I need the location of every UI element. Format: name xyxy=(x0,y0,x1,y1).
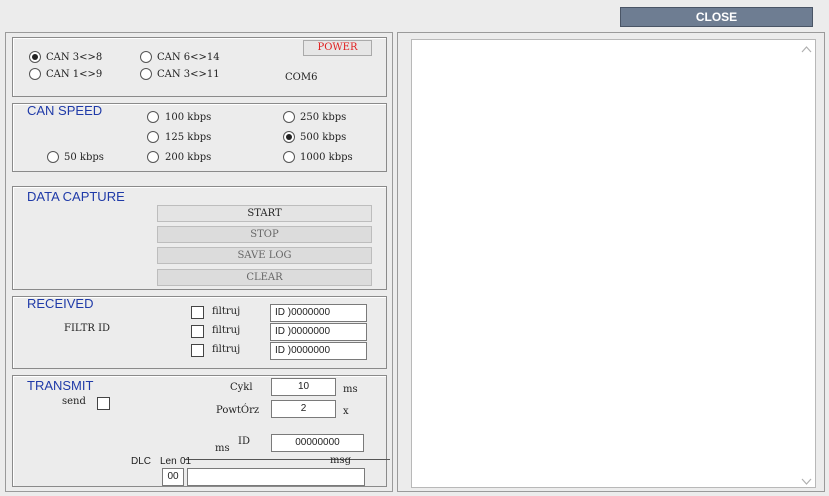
transmit-separator-line xyxy=(185,459,390,460)
transmit-id-input[interactable]: 00000000 xyxy=(271,434,364,452)
powtorz-label: PowtÓrz xyxy=(216,405,260,416)
radio-can-6-14-label: CAN 6<>14 xyxy=(157,52,220,63)
radio-250-kbps-label: 250 kbps xyxy=(300,112,347,123)
filter-id-prefix-1: ID xyxy=(275,307,285,318)
filter-id-prefix-3: ID xyxy=(275,345,285,356)
filter-checkbox-1[interactable] xyxy=(191,306,204,319)
radio-50-kbps-label: 50 kbps xyxy=(64,152,104,163)
transmit-title: TRANSMIT xyxy=(27,378,94,393)
radio-1000-kbps[interactable] xyxy=(283,151,295,163)
radio-500-kbps-label: 500 kbps xyxy=(300,132,347,143)
cykl-input[interactable]: 10 xyxy=(271,378,336,396)
radio-200-kbps-label: 200 kbps xyxy=(165,152,212,163)
can-speed-title: CAN SPEED xyxy=(27,103,103,118)
msg-label: msg xyxy=(330,455,352,466)
received-title: RECEIVED xyxy=(27,296,94,311)
radio-500-kbps[interactable] xyxy=(283,131,295,143)
len-value-label: 01 xyxy=(180,456,192,467)
filter-id-prefix-2: ID xyxy=(275,326,285,337)
radio-can-1-9-label: CAN 1<>9 xyxy=(46,69,103,80)
cykl-label: Cykl xyxy=(230,382,253,393)
clear-button[interactable]: CLEAR xyxy=(157,269,372,286)
radio-can-3-8[interactable] xyxy=(29,51,41,63)
scroll-up-icon[interactable] xyxy=(801,44,812,53)
filter-label-2: filtruj xyxy=(212,325,241,336)
radio-100-kbps-label: 100 kbps xyxy=(165,112,212,123)
filter-label-3: filtruj xyxy=(212,344,241,355)
dlc-input[interactable]: 00 xyxy=(162,468,184,486)
radio-250-kbps[interactable] xyxy=(283,111,295,123)
filter-id-value-1: )0000000 xyxy=(287,307,331,318)
scroll-down-icon[interactable] xyxy=(801,476,812,485)
message-input[interactable] xyxy=(187,468,365,486)
radio-50-kbps[interactable] xyxy=(47,151,59,163)
power-button[interactable]: POWER xyxy=(303,40,372,56)
powtorz-input[interactable]: 2 xyxy=(271,400,336,418)
radio-can-3-11[interactable] xyxy=(140,68,152,80)
filter-checkbox-2[interactable] xyxy=(191,325,204,338)
dlc-label: DLC xyxy=(131,456,152,467)
stop-button[interactable]: STOP xyxy=(157,226,372,243)
radio-200-kbps[interactable] xyxy=(147,151,159,163)
filter-checkbox-3[interactable] xyxy=(191,344,204,357)
radio-100-kbps[interactable] xyxy=(147,111,159,123)
filter-label-1: filtruj xyxy=(212,306,241,317)
data-capture-title: DATA CAPTURE xyxy=(27,189,125,204)
radio-125-kbps-label: 125 kbps xyxy=(165,132,212,143)
radio-125-kbps[interactable] xyxy=(147,131,159,143)
cykl-unit-label: ms xyxy=(343,384,358,395)
powtorz-unit-label: x xyxy=(343,406,349,417)
filter-id-field-2[interactable]: ID )0000000 xyxy=(270,323,367,341)
save-log-button[interactable]: SAVE LOG xyxy=(157,247,372,264)
radio-can-3-11-label: CAN 3<>11 xyxy=(157,69,220,80)
filter-id-value-2: )0000000 xyxy=(287,326,331,337)
filter-id-field-1[interactable]: ID )0000000 xyxy=(270,304,367,322)
filter-id-value-3: )0000000 xyxy=(287,345,331,356)
log-textarea[interactable] xyxy=(411,39,816,488)
radio-1000-kbps-label: 1000 kbps xyxy=(300,152,353,163)
len-label: Len xyxy=(160,456,177,467)
filter-id-label: FILTR ID xyxy=(64,323,111,334)
send-label: send xyxy=(62,396,86,407)
com-port-label: COM6 xyxy=(285,72,318,83)
id-label: ID xyxy=(238,436,250,447)
log-scrollbar[interactable] xyxy=(798,40,815,487)
radio-can-3-8-label: CAN 3<>8 xyxy=(46,52,103,63)
send-checkbox[interactable] xyxy=(97,397,110,410)
start-button[interactable]: START xyxy=(157,205,372,222)
ms-label: ms xyxy=(215,443,230,454)
filter-id-field-3[interactable]: ID )0000000 xyxy=(270,342,367,360)
radio-can-6-14[interactable] xyxy=(140,51,152,63)
close-button[interactable]: CLOSE xyxy=(620,7,813,27)
radio-can-1-9[interactable] xyxy=(29,68,41,80)
